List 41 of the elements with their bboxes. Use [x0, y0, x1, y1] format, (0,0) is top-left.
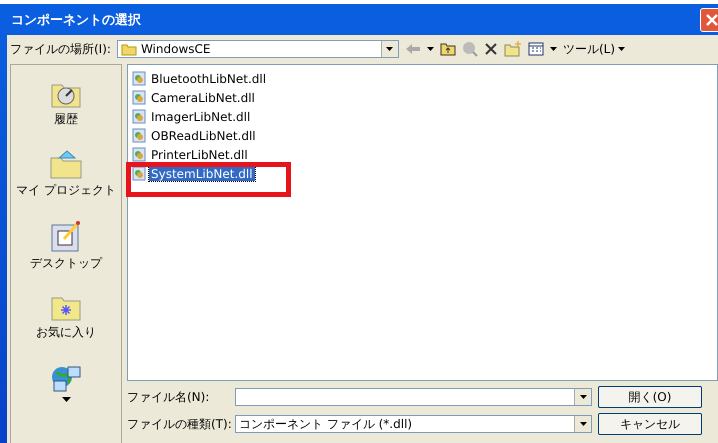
filetype-dropdown[interactable]: コンポーネント ファイル (*.dll)	[235, 415, 592, 433]
delete-icon[interactable]	[484, 42, 498, 56]
file-item[interactable]: ImagerLibNet.dll	[149, 110, 252, 124]
dll-file-icon	[132, 71, 146, 86]
back-caret-icon[interactable]	[426, 47, 434, 51]
file-item[interactable]: CameraLibNet.dll	[149, 90, 257, 104]
file-item[interactable]: OBReadLibNet.dll	[149, 128, 258, 142]
filename-label: ファイル名(N):	[127, 388, 210, 406]
location-dropdown[interactable]: WindowsCE	[116, 40, 399, 58]
dropdown-caret-icon[interactable]	[580, 422, 586, 426]
folder-icon	[120, 42, 137, 56]
places-item[interactable]: マイ プロジェクト	[16, 150, 116, 199]
tools-menu[interactable]: ツール(L)	[562, 40, 626, 58]
dll-file-icon	[132, 109, 146, 124]
filename-field[interactable]	[235, 388, 592, 406]
new-folder-icon[interactable]	[504, 41, 522, 57]
location-label: ファイルの場所(I):	[10, 40, 111, 58]
dll-file-icon	[132, 90, 146, 105]
file-item[interactable]: PrinterLibNet.dll	[149, 148, 250, 162]
desktop-icon	[50, 221, 82, 253]
places-item[interactable]: 履歴	[50, 79, 82, 128]
dll-file-icon	[132, 128, 146, 143]
dll-file-icon	[132, 147, 146, 162]
window-title: コンポーネントの選択	[11, 12, 141, 28]
places-item[interactable]: デスクトップ	[30, 221, 102, 272]
open-button[interactable]: 開く(O)	[598, 386, 702, 408]
dropdown-caret-icon[interactable]	[580, 395, 586, 399]
places-item[interactable]: お気に入り	[36, 294, 96, 341]
filetype-label: ファイルの種類(T):	[127, 416, 229, 432]
close-icon[interactable]	[700, 8, 718, 32]
file-item[interactable]: BluetoothLibNet.dll	[149, 72, 268, 86]
view-caret-icon[interactable]	[550, 47, 557, 51]
dll-file-icon	[132, 166, 146, 181]
dropdown-caret-icon[interactable]	[386, 47, 394, 51]
caret-icon	[618, 47, 626, 51]
cancel-button[interactable]: キャンセル	[598, 413, 702, 435]
view-menu-icon[interactable]	[528, 42, 544, 56]
up-folder-icon[interactable]	[440, 42, 456, 56]
file-item[interactable]: SystemLibNet.dll	[149, 166, 255, 180]
folder-icon	[48, 150, 83, 180]
scroll-down-icon[interactable]	[62, 397, 70, 402]
